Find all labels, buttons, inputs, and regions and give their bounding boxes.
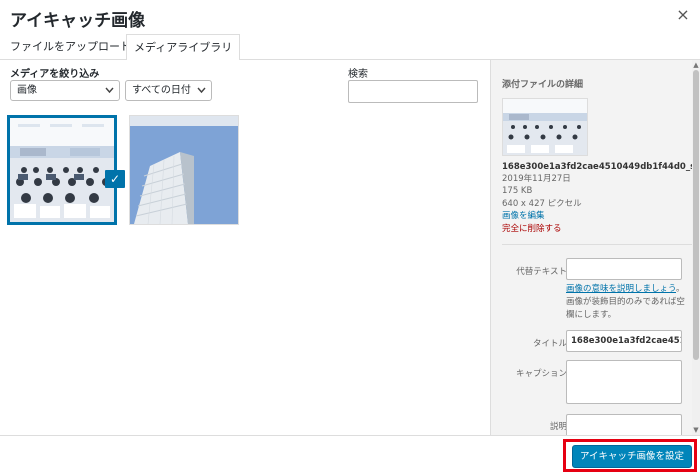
divider (502, 244, 692, 245)
date-filter-value: すべての日付 (132, 85, 191, 96)
attachment-date: 2019年11月27日 (502, 174, 571, 184)
modal-footer: アイキャッチ画像を設定 (0, 435, 700, 474)
chevron-down-icon (105, 81, 114, 108)
alt-text-field[interactable] (566, 258, 682, 280)
scroll-down-icon[interactable]: ▼ (692, 425, 700, 435)
caption-label: キャプション (515, 369, 567, 379)
media-type-value: 画像 (17, 85, 37, 96)
description-field[interactable] (566, 414, 682, 435)
filter-label: メディアを絞り込み (10, 69, 100, 80)
tab-upload-files[interactable]: ファイルをアップロード (4, 34, 137, 60)
attachment-thumbnail-seminar[interactable] (7, 115, 117, 225)
tab-bar: ファイルをアップロード メディアライブラリ (0, 32, 700, 61)
set-featured-image-button[interactable]: アイキャッチ画像を設定 (572, 445, 692, 468)
scrollbar-thumb[interactable] (693, 70, 699, 360)
attachment-dimensions: 640 x 427 ピクセル (502, 199, 582, 209)
date-filter-select[interactable]: すべての日付 (125, 80, 212, 101)
edit-image-link[interactable]: 画像を編集 (502, 210, 545, 222)
alt-text-label: 代替テキスト (516, 267, 567, 277)
description-label: 説明 (549, 422, 567, 432)
alt-text-help-link[interactable]: 画像の意味を説明しましょう (566, 284, 676, 294)
attachment-filesize: 175 KB (502, 186, 533, 196)
modal-title: アイキャッチ画像 (10, 11, 146, 31)
attachment-details-panel: 添付ファイルの詳細 168e300e1a3fd2cae4510449db1f44… (490, 60, 700, 435)
attachment-details-title: 添付ファイルの詳細 (502, 80, 584, 90)
selected-check-icon[interactable]: ✓ (105, 170, 125, 188)
search-input[interactable] (348, 80, 478, 103)
sidebar-scrollbar[interactable]: ▲ ▼ (692, 60, 700, 435)
media-type-select[interactable]: 画像 (10, 80, 120, 101)
tab-media-library[interactable]: メディアライブラリ (126, 34, 241, 61)
alt-text-help: 画像の意味を説明しましょう。画像が装飾目的のみであれば空欄にします。 (566, 283, 686, 322)
scroll-up-icon[interactable]: ▲ (692, 60, 700, 70)
seminar-photo (10, 118, 114, 222)
featured-image-modal: アイキャッチ画像 × ファイルをアップロード メディアライブラリ メディアを絞り… (0, 0, 700, 474)
building-photo (130, 116, 238, 225)
preview-photo (503, 99, 587, 155)
media-browser: メディアを絞り込み 画像 すべての日付 検索 ✓ (0, 60, 490, 435)
attachment-filename: 168e300e1a3fd2cae4510449db1f44d0_s.jpg (502, 162, 700, 172)
close-icon[interactable]: × (674, 6, 692, 24)
chevron-down-icon (197, 81, 206, 108)
caption-field[interactable] (566, 360, 682, 404)
attachment-preview (502, 98, 588, 156)
search-label: 検索 (348, 69, 368, 80)
attachment-thumbnail-building[interactable] (129, 115, 239, 225)
delete-permanently-link[interactable]: 完全に削除する (502, 223, 562, 235)
title-label: タイトル (532, 339, 567, 349)
title-field[interactable]: 168e300e1a3fd2cae4510449db1f44d0_s (566, 330, 682, 352)
